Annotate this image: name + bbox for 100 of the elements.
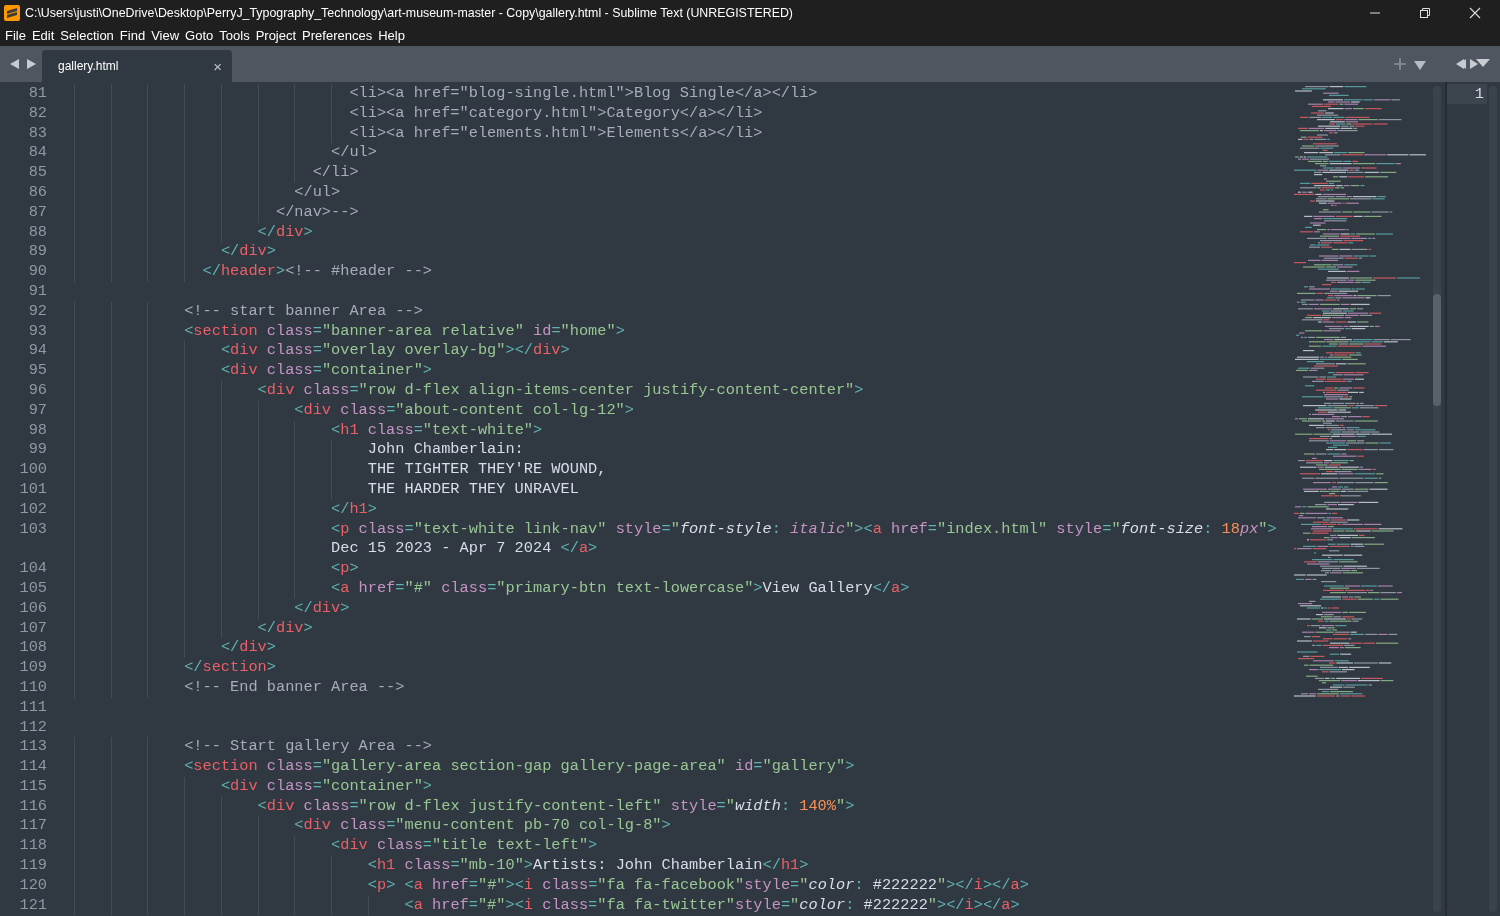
line-number: 118 [18,836,47,857]
code-line: <div class="container"> [220,776,433,797]
code-line: <a href="#"><i class="fa fa-twitter"style="color: #222222"></i></a> [404,895,1020,916]
code-line: </div> [294,598,350,619]
tab-navigation-arrows-icon[interactable] [10,58,36,70]
code-line: <p class="text-white link-nav" style="font-style: italic"><a href="index.html" style="font-size: 18px"> [331,519,1277,540]
line-number: 110 [18,677,47,698]
pane-arrows-icon[interactable] [1456,58,1490,70]
line-number: 116 [18,796,47,817]
code-line: </section> [184,658,276,678]
code-line: <li><a href="elements.html">Elements</a></li> [349,123,763,144]
line-number: 93 [27,321,47,342]
code-line: <div class="overlay overlay-bg"></div> [220,341,570,362]
line-number: 107 [18,618,47,639]
window-title: C:\Users\justi\OneDrive\Desktop\PerryJ_Typography_Technology\art-museum-master - Copy\gallery.html - Sublime Text (UNREGISTERED) [25,5,793,20]
code-line: <div class="title text-left"> [331,836,598,857]
line-number: 98 [27,420,47,441]
line-number: 96 [27,380,47,401]
code-line: </div> [257,618,313,639]
line-number: 87 [27,202,47,223]
line-number: 99 [27,440,47,461]
line-number: 103 [18,519,47,540]
line-number: 119 [18,856,47,876]
menu-item[interactable]: Goto [182,25,217,46]
menu-item[interactable]: Edit [28,25,58,46]
code-line: <!-- start banner Area --> [184,301,423,322]
code-line: Dec 15 2023 - Apr 7 2024 </a> [331,539,598,560]
code-line: <section class="gallery-area section-gap gallery-page-area" id="gallery"> [184,757,855,777]
menu-item[interactable]: Tools [216,25,253,46]
file-tab[interactable]: gallery.html × [42,50,232,82]
code-line: </div> [257,222,313,243]
line-number: 81 [27,84,47,104]
menu-item[interactable]: Help [375,25,408,46]
menu-item[interactable]: Project [252,25,300,46]
menu-item[interactable]: Selection [57,25,117,46]
line-number: 1 [1474,84,1484,104]
line-number: 104 [18,559,47,579]
restore-icon [1419,6,1431,19]
code-line: </h1> [331,499,377,520]
line-number: 88 [27,222,47,243]
code-line: <!-- End banner Area --> [184,677,405,698]
code-line: <div class="about-content col-lg-12"> [294,400,634,421]
scrollbar-thumb[interactable] [1433,294,1441,406]
line-number: 115 [18,776,47,797]
line-number: 111 [18,697,47,718]
code-line: </ul> [294,183,341,203]
line-number: 94 [27,341,47,362]
code-line: </nav>--> [275,202,359,223]
code-line: <h1 class="mb-10">Artists: John Chamberlain</h1> [367,856,809,876]
app-logo-icon [4,4,20,21]
line-number: 113 [18,737,47,758]
code-line: <div class="row d-flex justify-content-left" style="width: 140%"> [257,796,855,817]
menu-item[interactable]: View [148,25,183,46]
code-line: <section class="banner-area relative" id="home"> [184,321,625,342]
code-line: <div class="row d-flex align-items-center justify-content-center"> [257,380,864,401]
code-line: <li><a href="blog-single.html">Blog Single</a></li> [349,84,818,104]
line-number: 117 [18,816,47,837]
line-number: 101 [18,479,47,500]
code-line: </div> [220,242,276,263]
tab-close-button[interactable]: × [211,58,224,74]
code-line: <h1 class="text-white"> [331,420,543,441]
code-line: <div class="menu-content pb-70 col-lg-8"> [294,816,671,837]
line-number: 84 [27,143,47,164]
code-line: THE TIGHTER THEY'RE WOUND, [367,460,607,480]
code-line: <div class="container"> [220,361,433,381]
code-line: <p> [331,559,359,579]
line-number: 92 [27,301,47,322]
code-line: John Chamberlain: [367,440,524,461]
scrollbar-track[interactable] [1433,86,1441,912]
menu-item[interactable]: Find [116,25,149,46]
tab-label: gallery.html [58,59,119,73]
code-line: </ul> [331,143,377,164]
menu-item[interactable]: Preferences [299,25,376,46]
plus-icon[interactable] [1394,58,1406,70]
line-number: 102 [18,499,47,520]
code-line: THE HARDER THEY UNRAVEL [367,479,579,500]
code-line: <a href="#" class="primary-btn text-lowercase">View Gallery</a> [331,578,910,599]
menu-item[interactable]: File [2,25,29,46]
code-line: <li><a href="category.html">Category</a></li> [349,103,763,124]
close-icon [1469,6,1481,19]
line-number: 109 [18,658,47,678]
line-number: 82 [27,103,47,124]
code-line: <p> <a href="#"><i class="fa fa-facebook"style="color: #222222"></i></a> [367,875,1029,896]
line-number: 90 [27,262,47,282]
code-line: </li> [312,163,359,183]
line-number: 89 [27,242,47,263]
line-number: 95 [27,361,47,381]
line-number: 120 [18,875,47,896]
line-number: 83 [27,123,47,144]
line-number: 121 [18,895,47,916]
line-number: 108 [18,638,47,659]
code-line: </header><!-- #header --> [202,262,432,282]
line-number: 100 [18,460,47,480]
line-number: 106 [18,598,47,619]
line-number: 91 [27,281,47,302]
line-number: 97 [27,400,47,421]
line-number: 112 [18,717,47,738]
code-line: </div> [220,638,276,659]
line-number: 85 [27,163,47,183]
caret-icon[interactable] [1414,61,1426,70]
